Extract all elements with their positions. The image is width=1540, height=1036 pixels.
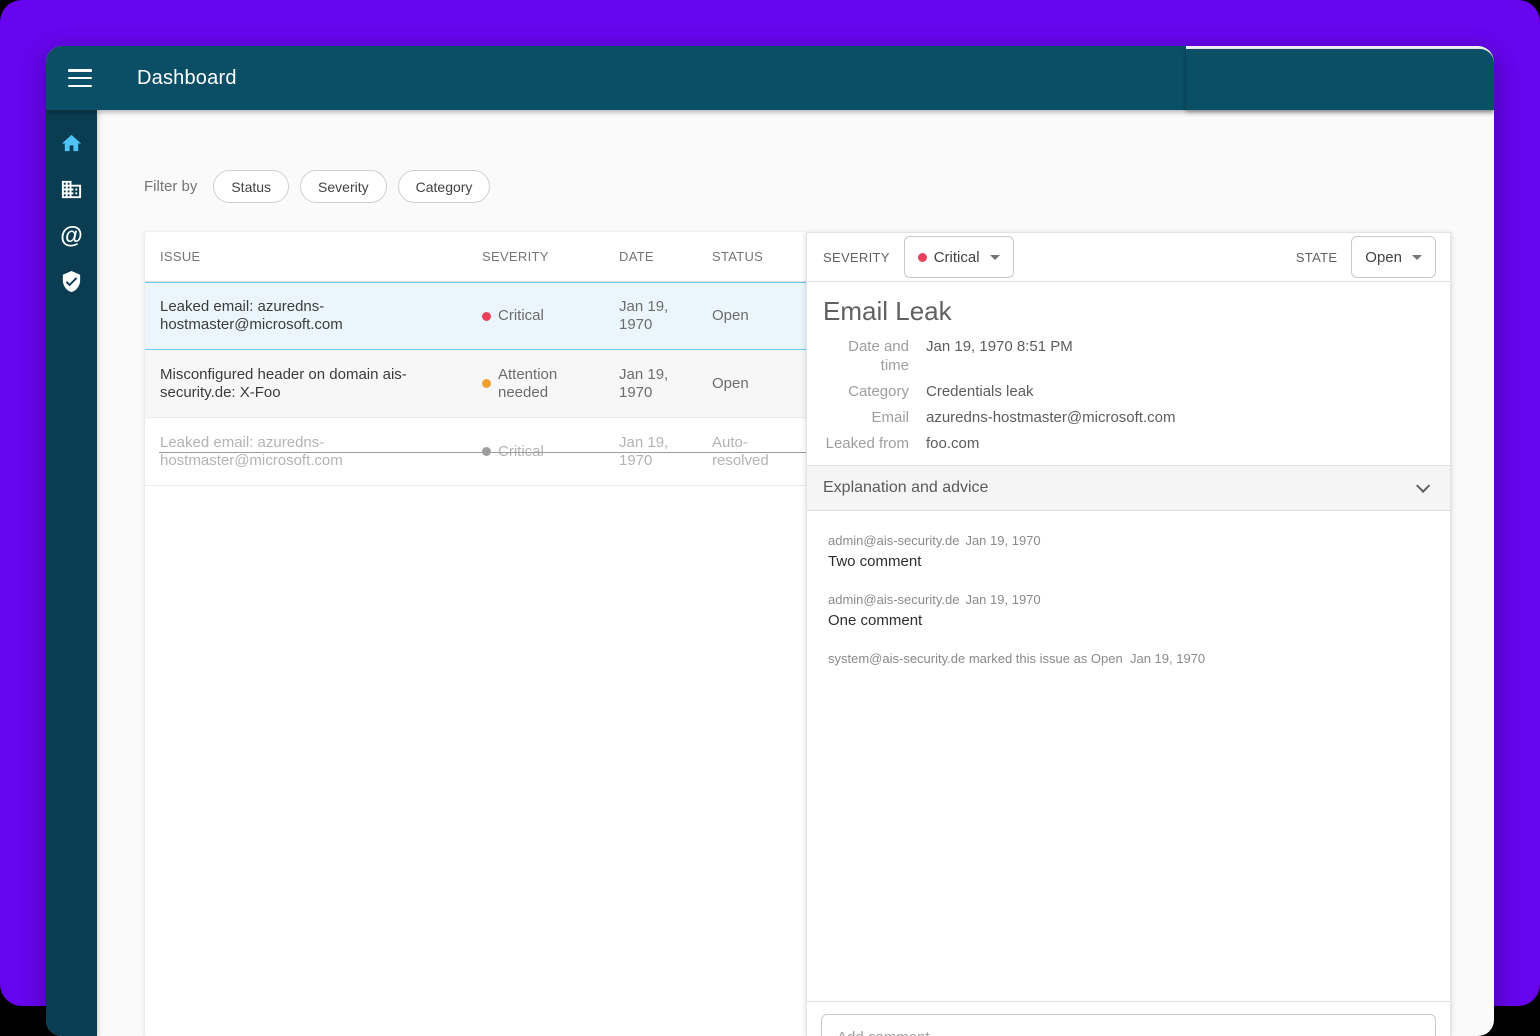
alternate-email-icon: @ [60, 224, 82, 247]
filter-chip-severity[interactable]: Severity [300, 170, 387, 203]
detail-fields: Date and time Jan 19, 1970 8:51 PM Categ… [819, 337, 1434, 453]
sidebar-item-home[interactable] [46, 120, 97, 166]
field-value: foo.com [926, 434, 1434, 453]
comment-item: admin@ais-security.de Jan 19, 1970 One co… [828, 592, 1430, 629]
comment-text: One comment [828, 612, 1430, 629]
caret-down-icon [990, 255, 1000, 260]
add-comment-input[interactable] [821, 1014, 1436, 1036]
table-row[interactable]: Leaked email: azuredns-hostmaster@micros… [145, 282, 806, 350]
comment-text: Two comment [828, 553, 1430, 570]
issue-detail-title: Email Leak [823, 296, 1434, 327]
comment-date: Jan 19, 1970 [965, 592, 1040, 607]
filter-by-label: Filter by [144, 178, 197, 195]
issue-status: Open [697, 375, 806, 393]
column-header-date: DATE [604, 249, 697, 264]
field-value: Jan 19, 1970 8:51 PM [926, 337, 1434, 375]
severity-label: Attention needed [498, 366, 596, 402]
issue-status: Auto-resolved [697, 434, 806, 470]
issue-date: Jan 19, 1970 [604, 366, 697, 402]
issue-status: Open [697, 307, 806, 325]
severity-cell: Critical [467, 307, 604, 325]
column-header-severity: SEVERITY [467, 249, 604, 264]
state-dropdown[interactable]: Open [1351, 236, 1436, 278]
activity-text: system@ais-security.de marked this issue… [828, 651, 1123, 666]
comment-author: admin@ais-security.de [828, 592, 959, 607]
issue-title: Misconfigured header on domain ais-secur… [145, 356, 467, 412]
filter-chip-status[interactable]: Status [213, 170, 289, 203]
activity-date: Jan 19, 1970 [1130, 651, 1205, 666]
shield-check-icon [60, 270, 83, 293]
explanation-accordion[interactable]: Explanation and advice [807, 465, 1450, 511]
sidebar-item-domains[interactable] [46, 166, 97, 212]
filter-chip-category[interactable]: Category [398, 170, 491, 203]
appbar-overlap-sheet [1186, 46, 1494, 110]
home-icon [60, 132, 83, 155]
state-dropdown-value: Open [1365, 249, 1402, 266]
severity-cell: Attention needed [467, 366, 604, 402]
comment-item: admin@ais-security.de Jan 19, 1970 Two co… [828, 533, 1430, 570]
column-header-issue: ISSUE [145, 249, 467, 264]
issue-detail-panel: SEVERITY Critical STATE Open Email Leak … [806, 232, 1451, 1036]
filter-bar: Filter by Status Severity Category [144, 170, 501, 203]
table-row[interactable]: Leaked email: azuredns-hostmaster@micros… [145, 418, 806, 486]
severity-dropdown[interactable]: Critical [904, 236, 1014, 278]
comment-author: admin@ais-security.de [828, 533, 959, 548]
detail-body: Email Leak Date and time Jan 19, 1970 8:… [807, 282, 1450, 465]
issue-title: Leaked email: azuredns-hostmaster@micros… [145, 288, 467, 344]
field-label: Email [819, 408, 909, 427]
issue-date: Jan 19, 1970 [604, 298, 697, 334]
severity-dropdown-value: Critical [934, 249, 980, 266]
domain-icon [60, 178, 83, 201]
issue-title: Leaked email: azuredns-hostmaster@micros… [145, 424, 467, 480]
critical-dot-icon [918, 253, 927, 262]
severity-field-label: SEVERITY [823, 250, 890, 265]
severity-cell: Critical [467, 443, 604, 461]
app-window: Dashboard @ Filter by Status Severity Ca… [46, 46, 1494, 1036]
critical-dot-icon [482, 312, 491, 321]
field-label: Leaked from [819, 434, 909, 453]
chevron-down-icon [1416, 479, 1430, 493]
caret-down-icon [1412, 255, 1422, 260]
sidebar-nav: @ [46, 110, 97, 1036]
issue-date: Jan 19, 1970 [604, 434, 697, 470]
page-title: Dashboard [137, 67, 237, 90]
detail-state-bar: SEVERITY Critical STATE Open [807, 233, 1450, 282]
sidebar-item-security[interactable] [46, 258, 97, 304]
menu-icon[interactable] [68, 69, 92, 87]
issues-table-header: ISSUE SEVERITY DATE STATUS [145, 232, 806, 282]
field-label: Category [819, 382, 909, 401]
sidebar-item-emails[interactable]: @ [46, 212, 97, 258]
severity-label: Critical [498, 443, 544, 461]
state-field-label: STATE [1296, 250, 1337, 265]
activity-log-entry: system@ais-security.de marked this issue… [828, 651, 1430, 666]
comment-date: Jan 19, 1970 [965, 533, 1040, 548]
field-label: Date and time [819, 337, 909, 375]
field-value: azuredns-hostmaster@microsoft.com [926, 408, 1434, 427]
issues-table: ISSUE SEVERITY DATE STATUS Leaked email:… [145, 232, 806, 1036]
table-row[interactable]: Misconfigured header on domain ais-secur… [145, 350, 806, 418]
comments-section: admin@ais-security.de Jan 19, 1970 Two co… [807, 511, 1450, 666]
severity-label: Critical [498, 307, 544, 325]
field-value: Credentials leak [926, 382, 1434, 401]
accordion-label: Explanation and advice [823, 479, 988, 497]
column-header-status: STATUS [697, 249, 806, 264]
resolved-dot-icon [482, 447, 491, 456]
attention-dot-icon [482, 379, 491, 388]
add-comment-area [807, 1001, 1450, 1036]
